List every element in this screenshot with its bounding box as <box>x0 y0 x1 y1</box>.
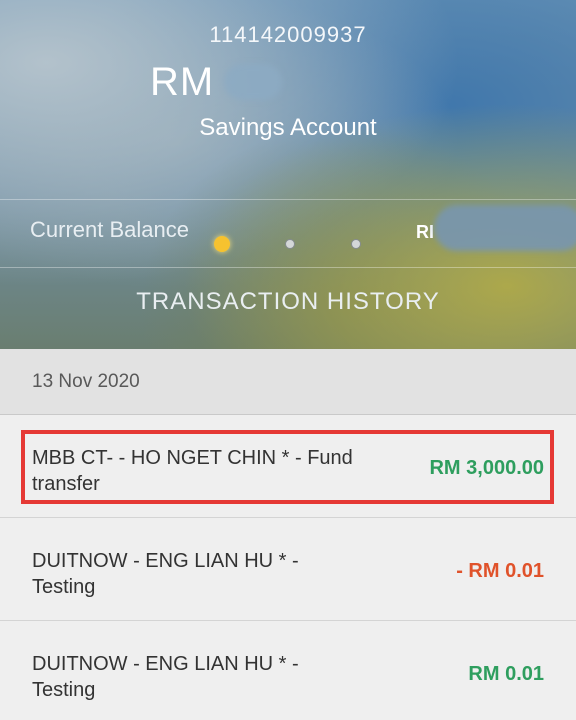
transaction-amount: RM 0.01 <box>468 663 544 685</box>
carousel-dot-icon[interactable] <box>351 239 361 249</box>
app-screen: 114142009937 RM Savings Account Current … <box>0 0 576 720</box>
transaction-description: MBB CT- - HO NGET CHIN * - Fund transfer <box>32 447 353 495</box>
transaction-amount: - RM 0.01 <box>456 560 544 582</box>
transaction-description: DUITNOW - ENG LIAN HU * - Testing <box>32 550 299 598</box>
transaction-history-button[interactable]: TRANSACTION HISTORY <box>0 288 576 316</box>
transaction-row[interactable]: DUITNOW - ENG LIAN HU * - Testing RM 0.0… <box>0 621 576 720</box>
date-group-header: 13 Nov 2020 <box>0 349 576 415</box>
current-balance-currency: RI <box>416 221 434 242</box>
transaction-row[interactable]: MBB CT- - HO NGET CHIN * - Fund transfer… <box>0 415 576 518</box>
current-balance-value: RI <box>416 205 576 251</box>
transaction-list: MBB CT- - HO NGET CHIN * - Fund transfer… <box>0 415 576 720</box>
transaction-date: 13 Nov 2020 <box>32 371 140 392</box>
transaction-amount: RM 3,000.00 <box>429 457 544 479</box>
account-header: 114142009937 RM Savings Account Current … <box>0 0 576 349</box>
transaction-description: DUITNOW - ENG LIAN HU * - Testing <box>32 653 299 701</box>
current-balance-redaction <box>434 205 576 251</box>
header-divider-bottom <box>0 267 576 268</box>
carousel-dot-icon[interactable] <box>285 239 295 249</box>
carousel-dot-active-icon[interactable] <box>214 236 230 252</box>
transaction-row[interactable]: DUITNOW - ENG LIAN HU * - Testing - RM 0… <box>0 518 576 621</box>
